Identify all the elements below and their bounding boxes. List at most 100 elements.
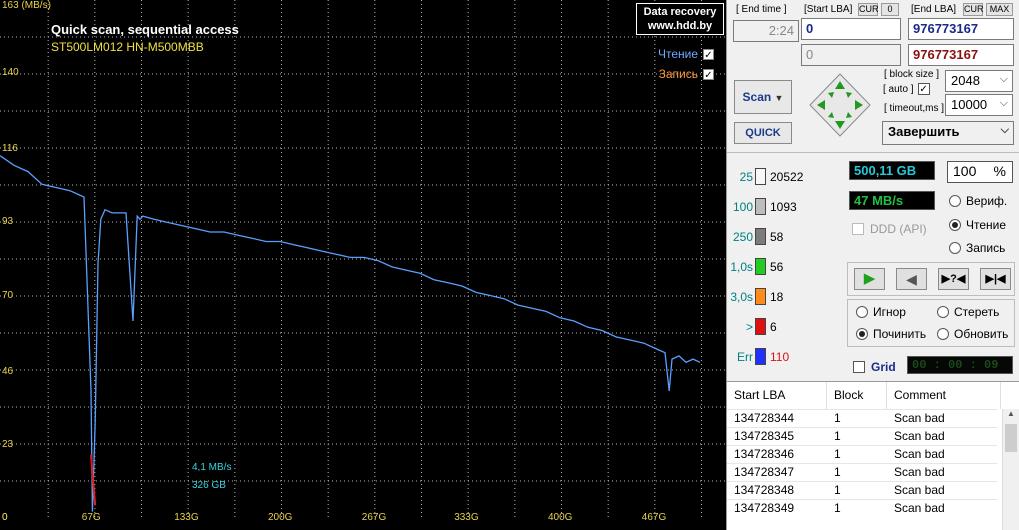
logo-line1: Data recovery <box>643 6 717 18</box>
write-toggle[interactable]: Запись ✓ <box>659 67 714 81</box>
start-cur-button[interactable]: CUR <box>858 3 879 16</box>
stat-threshold-label: 3,0s <box>730 290 753 304</box>
start-lba-field[interactable]: 0 <box>801 18 901 40</box>
cell-block: 1 <box>834 429 841 443</box>
quick-button[interactable]: QUICK <box>734 122 792 144</box>
finish-action-value: Завершить <box>888 124 960 139</box>
y-unit-label: 163 (MB/s) <box>2 0 51 11</box>
write-checkbox[interactable]: ✓ <box>703 68 714 81</box>
stat-row: Err 110 <box>727 346 845 368</box>
end-max-button[interactable]: MAX <box>986 3 1013 16</box>
table-row[interactable]: 134728345 1 Scan bad <box>727 427 997 445</box>
stat-threshold-label: 250 <box>732 230 753 244</box>
radio-write-dot[interactable] <box>949 242 961 254</box>
radio-ignore[interactable]: Игнор <box>856 305 906 319</box>
radio-ignore-label: Игнор <box>873 305 906 319</box>
y-tick-label: 46 <box>2 365 14 377</box>
radio-repair-dot[interactable] <box>856 328 868 340</box>
percent-sign: % <box>993 163 1006 179</box>
read-checkbox[interactable]: ✓ <box>703 48 714 61</box>
radio-refresh[interactable]: Обновить <box>937 327 1008 341</box>
cell-start-lba: 134728349 <box>734 501 795 515</box>
radio-verify[interactable]: Вериф. <box>949 194 1007 208</box>
cell-start-lba: 134728345 <box>734 429 795 443</box>
cell-block: 1 <box>834 465 841 479</box>
skip-to-end-button[interactable]: ▶|◀ <box>980 268 1011 290</box>
end-lba-field[interactable]: 976773167 <box>908 18 1014 40</box>
radio-erase-dot[interactable] <box>937 306 949 318</box>
radio-repair[interactable]: Починить <box>856 327 926 341</box>
stat-color-swatch <box>755 258 766 275</box>
cell-start-lba: 134728346 <box>734 447 795 461</box>
logo-line2: www.hdd.by <box>647 20 713 32</box>
column-header-block[interactable]: Block <box>827 382 887 409</box>
start-lba-label: [Start LBA] <box>803 4 854 15</box>
stat-count: 1093 <box>770 200 797 214</box>
y-tick-label: 23 <box>2 438 14 450</box>
stat-count: 6 <box>770 320 777 334</box>
percent-display: 100 % <box>947 161 1013 183</box>
radio-verify-dot[interactable] <box>949 195 961 207</box>
vertical-scrollbar[interactable]: ▲ <box>1002 409 1019 530</box>
radio-write[interactable]: Запись <box>949 241 1005 255</box>
radio-refresh-dot[interactable] <box>937 328 949 340</box>
read-toggle[interactable]: Чтение ✓ <box>658 47 714 61</box>
y-tick-label: 116 <box>2 143 18 155</box>
play-button[interactable]: ▶ <box>854 268 885 290</box>
chevron-down-icon: ⌵ <box>1000 124 1009 136</box>
timeout-value: 10000 <box>951 97 988 112</box>
scroll-thumb[interactable] <box>1005 424 1017 452</box>
radio-ignore-dot[interactable] <box>856 306 868 318</box>
ddd-api-checkbox[interactable] <box>852 223 864 235</box>
chevron-down-icon: ⌵ <box>999 73 1008 85</box>
start-lba-field-2[interactable]: 0 <box>801 44 901 66</box>
radio-read[interactable]: Чтение <box>949 218 1006 232</box>
results-table: Start LBA Block Comment 134728344 1 Scan b… <box>727 381 1019 530</box>
start-zero-button[interactable]: 0 <box>881 3 899 16</box>
end-time-field[interactable]: 2:24 <box>733 20 799 42</box>
end-lba-label: [End LBA] <box>910 4 958 15</box>
back-button[interactable]: ◀ <box>896 268 927 290</box>
skip-unknown-icon: ▶?◀ <box>941 273 966 285</box>
stat-color-swatch <box>755 318 766 335</box>
read-toggle-label: Чтение <box>657 47 698 61</box>
x-tick-label: 267G <box>361 512 387 523</box>
cell-block: 1 <box>834 447 841 461</box>
scan-button[interactable]: Scan ▼ <box>734 80 792 114</box>
scan-button-label: Scan <box>742 90 772 104</box>
end-cur-button[interactable]: CUR <box>963 3 984 16</box>
ddd-api-label: DDD (API) <box>870 222 927 236</box>
write-toggle-label: Запись <box>658 67 698 81</box>
table-row[interactable]: 134728348 1 Scan bad <box>727 481 997 499</box>
ddd-api-toggle[interactable]: DDD (API) <box>852 222 927 236</box>
column-header-comment[interactable]: Comment <box>887 382 1001 409</box>
stat-threshold-label: > <box>745 320 753 334</box>
drive-model: ST500LM012 HN-M500MBB <box>51 40 204 54</box>
finish-action-select[interactable]: Завершить ⌵ <box>882 121 1014 145</box>
end-lba-field-2[interactable]: 976773167 <box>908 44 1014 66</box>
cell-comment: Scan bad <box>894 411 945 425</box>
table-row[interactable]: 134728344 1 Scan bad <box>727 409 997 427</box>
auto-checkbox[interactable]: ✓ <box>917 83 930 95</box>
column-header-start-lba[interactable]: Start LBA <box>727 382 827 409</box>
cell-comment: Scan bad <box>894 447 945 461</box>
stat-count: 56 <box>770 260 784 274</box>
stat-count: 110 <box>770 350 790 364</box>
radio-erase[interactable]: Стереть <box>937 305 999 319</box>
radio-read-dot[interactable] <box>949 219 961 231</box>
table-row[interactable]: 134728347 1 Scan bad <box>727 463 997 481</box>
skip-unknown-button[interactable]: ▶?◀ <box>938 268 969 290</box>
y-tick-label: 140 <box>2 67 19 79</box>
block-size-select[interactable]: 2048 ⌵ <box>945 70 1013 92</box>
grid-checkbox[interactable] <box>853 361 865 373</box>
auto-toggle[interactable]: [ auto ] ✓ <box>883 83 930 95</box>
table-row[interactable]: 134728349 1 Scan bad <box>727 499 997 517</box>
logo: Data recovery www.hdd.by <box>636 3 724 35</box>
timeout-select[interactable]: 10000 ⌵ <box>945 94 1013 116</box>
stats-list: 25 20522 100 1093 250 58 1,0s 56 3,0s 18 >6 Err 110 <box>727 166 845 376</box>
scroll-up-icon[interactable]: ▲ <box>1004 409 1018 423</box>
back-icon: ◀ <box>906 271 917 287</box>
direction-pad[interactable] <box>808 72 872 138</box>
grid-toggle[interactable]: Grid <box>853 360 896 374</box>
table-row[interactable]: 134728346 1 Scan bad <box>727 445 997 463</box>
